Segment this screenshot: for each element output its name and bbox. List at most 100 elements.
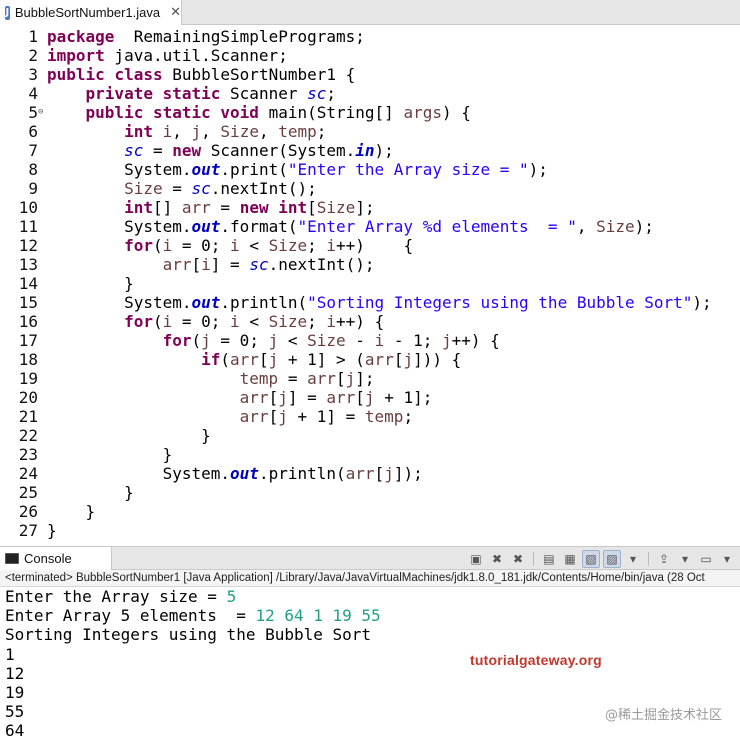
code-token: void bbox=[220, 103, 259, 122]
code-token: j bbox=[191, 122, 202, 141]
code-line[interactable]: 13 arr[i] = sc.nextInt(); bbox=[0, 255, 712, 274]
code-line[interactable]: 19 temp = arr[j]; bbox=[0, 369, 712, 388]
code-token: int bbox=[278, 198, 308, 217]
code-line[interactable]: 6 int i, j, Size, temp; bbox=[0, 122, 712, 141]
remove-all-terminated-icon[interactable]: ✖ bbox=[509, 550, 527, 568]
code-line[interactable]: 3 public class BubbleSortNumber1 { bbox=[0, 65, 712, 84]
code-token: temp bbox=[364, 407, 404, 426]
code-token: ) { bbox=[441, 103, 471, 122]
code-token: for bbox=[124, 236, 153, 255]
line-number: 2 bbox=[28, 46, 38, 65]
code-token: < bbox=[239, 312, 269, 331]
code-token: } bbox=[47, 502, 96, 521]
display-console-menu-icon[interactable]: ▾ bbox=[676, 550, 694, 568]
code-line[interactable]: 18 if(arr[j + 1] > (arr[j])) { bbox=[0, 350, 712, 369]
code-token: i bbox=[230, 312, 240, 331]
console-output-line: 19 bbox=[0, 683, 740, 702]
show-on-output-icon[interactable]: ▨ bbox=[603, 550, 621, 568]
code-token: .println( bbox=[220, 293, 308, 312]
clear-console-icon[interactable]: ▤ bbox=[540, 550, 558, 568]
code-line[interactable]: 20 arr[j] = arr[j + 1]; bbox=[0, 388, 712, 407]
code-line[interactable]: 9 Size = sc.nextInt(); bbox=[0, 179, 712, 198]
code-token: - bbox=[345, 331, 375, 350]
pin-console-icon[interactable]: ⇪ bbox=[655, 550, 673, 568]
code-line[interactable]: 27} bbox=[0, 521, 712, 540]
code-area[interactable]: 1 package RemainingSimplePrograms; 2 import… bbox=[0, 27, 712, 540]
code-token: arr bbox=[239, 407, 269, 426]
code-line[interactable]: 1 package RemainingSimplePrograms; bbox=[0, 27, 712, 46]
code-text: private static Scanner sc; bbox=[46, 84, 336, 103]
code-line[interactable]: 26 } bbox=[0, 502, 712, 521]
code-token: < bbox=[278, 331, 308, 350]
open-console-menu-icon[interactable]: ▾ bbox=[718, 550, 736, 568]
console-output-line: 64 bbox=[0, 721, 740, 740]
fold-toggle-icon[interactable]: ⊖ bbox=[38, 103, 46, 122]
code-text: int[] arr = new int[Size]; bbox=[46, 198, 375, 217]
code-line[interactable]: 24 System.out.println(arr[j]); bbox=[0, 464, 712, 483]
code-text: public class BubbleSortNumber1 { bbox=[46, 65, 355, 84]
code-token: System. bbox=[47, 160, 192, 179]
code-token: java.util.Scanner; bbox=[104, 46, 288, 65]
code-token: Size bbox=[307, 331, 346, 350]
code-line[interactable]: 21 arr[j + 1] = temp; bbox=[0, 407, 712, 426]
code-editor[interactable]: 1 package RemainingSimplePrograms; 2 import… bbox=[0, 25, 740, 540]
code-line[interactable]: 8 System.out.print("Enter the Array size… bbox=[0, 160, 712, 179]
code-text: } bbox=[46, 426, 211, 445]
code-line[interactable]: 15 System.out.println("Sorting Integers … bbox=[0, 293, 712, 312]
code-text: arr[j + 1] = temp; bbox=[46, 407, 413, 426]
editor-tab-bubblesortnumber1[interactable]: J BubbleSortNumber1.java ✕ bbox=[0, 0, 182, 25]
code-line[interactable]: 7 sc = new Scanner(System.in); bbox=[0, 141, 712, 160]
code-line[interactable]: 23 } bbox=[0, 445, 712, 464]
code-token: [ bbox=[307, 198, 317, 217]
code-token: System. bbox=[47, 464, 231, 483]
code-text: int i, j, Size, temp; bbox=[46, 122, 326, 141]
code-token: - 1; bbox=[384, 331, 442, 350]
code-line[interactable]: 2 import java.util.Scanner; bbox=[0, 46, 712, 65]
line-number: 13 bbox=[18, 255, 38, 274]
code-token: "Enter Array %d elements = " bbox=[297, 217, 577, 236]
line-number: 18 bbox=[18, 350, 38, 369]
code-token: } bbox=[47, 445, 173, 464]
remove-launch-icon[interactable]: ✖ bbox=[488, 550, 506, 568]
code-token: ; bbox=[316, 122, 327, 141]
tab-console[interactable]: Console bbox=[0, 547, 112, 570]
code-text: } bbox=[46, 483, 134, 502]
open-console-icon[interactable]: ▭ bbox=[697, 550, 715, 568]
code-token: ++) { bbox=[451, 331, 500, 350]
close-icon[interactable]: ✕ bbox=[170, 5, 181, 20]
code-line[interactable]: 12 for(i = 0; i < Size; i++) { bbox=[0, 236, 712, 255]
console-icon bbox=[5, 553, 19, 564]
code-token: ]); bbox=[393, 464, 423, 483]
word-wrap-icon[interactable]: ▧ bbox=[582, 550, 600, 568]
code-text: } bbox=[46, 502, 96, 521]
code-line[interactable]: 5 ⊖ public static void main(String[] args… bbox=[0, 103, 712, 122]
code-token: sc bbox=[124, 141, 144, 160]
console-tab-label: Console bbox=[24, 551, 72, 566]
code-token: j bbox=[345, 369, 356, 388]
code-token: ; bbox=[403, 407, 414, 426]
code-token: i bbox=[326, 236, 337, 255]
code-line[interactable]: 10 int[] arr = new int[Size]; bbox=[0, 198, 712, 217]
code-line[interactable]: 11 System.out.format("Enter Array %d ele… bbox=[0, 217, 712, 236]
code-token: ] = bbox=[287, 388, 327, 407]
code-line[interactable]: 22 } bbox=[0, 426, 712, 445]
code-text: } bbox=[46, 445, 173, 464]
code-line[interactable]: 4 private static Scanner sc; bbox=[0, 84, 712, 103]
show-on-output-menu-icon[interactable]: ▾ bbox=[624, 550, 642, 568]
scroll-lock-icon[interactable]: ▦ bbox=[561, 550, 579, 568]
code-line[interactable]: 25 } bbox=[0, 483, 712, 502]
terminate-button-icon[interactable]: ▣ bbox=[467, 550, 485, 568]
code-token: ; bbox=[307, 236, 327, 255]
code-token: i bbox=[162, 122, 173, 141]
code-line[interactable]: 14 } bbox=[0, 274, 712, 293]
code-line[interactable]: 17 for(j = 0; j < Size - i - 1; j++) { bbox=[0, 331, 712, 350]
code-line[interactable]: 16 for(i = 0; i < Size; i++) { bbox=[0, 312, 712, 331]
code-token: [] bbox=[152, 198, 182, 217]
code-token: .format( bbox=[220, 217, 298, 236]
